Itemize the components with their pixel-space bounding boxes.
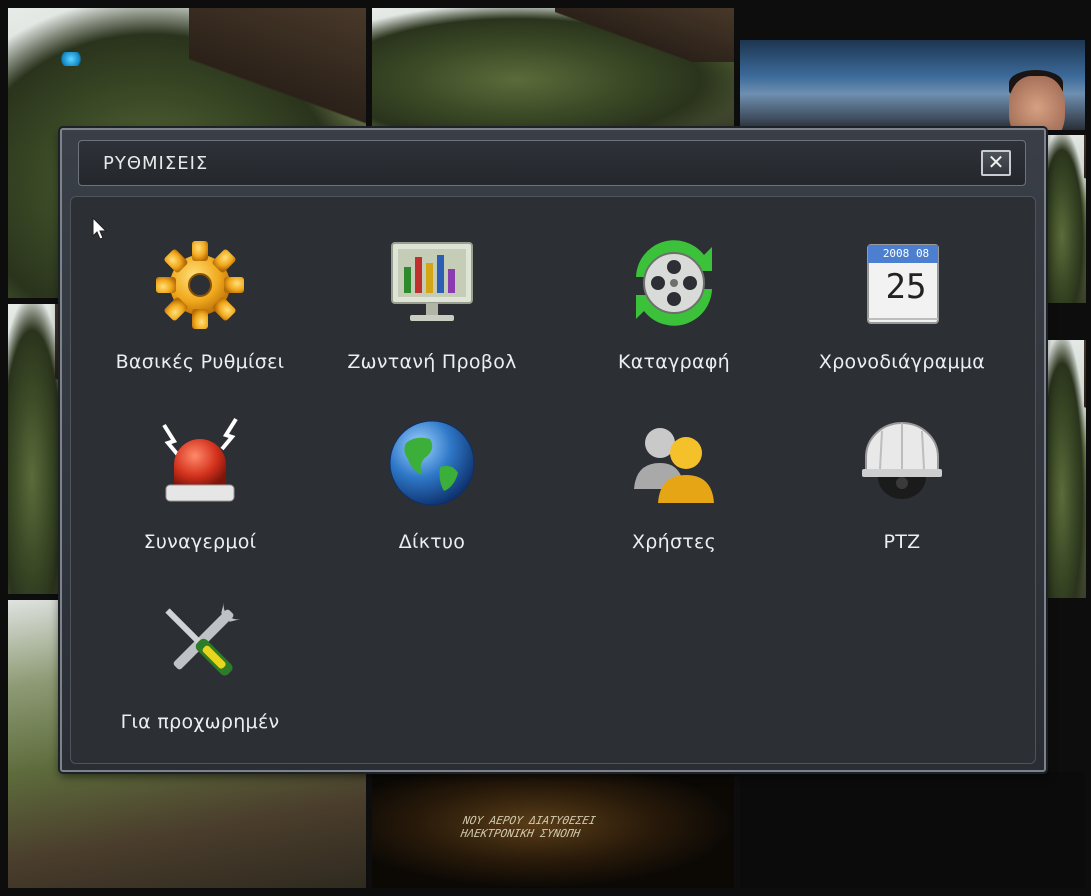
menu-item-schedule[interactable]: 2008 08 25 Χρονοδιάγραμμα bbox=[787, 233, 1017, 383]
menu-item-basic-settings[interactable]: Βασικές Ρυθμίσει bbox=[85, 233, 315, 383]
gear-icon bbox=[156, 241, 244, 329]
menu-item-label: Βασικές Ρυθμίσει bbox=[115, 351, 285, 373]
camera-view-4 bbox=[8, 304, 68, 594]
alarm-siren-icon bbox=[162, 417, 238, 502]
menu-item-alarms[interactable]: Συναγερμοί bbox=[85, 413, 315, 563]
menu-item-ptz[interactable]: PTZ bbox=[787, 413, 1017, 563]
calendar-month: 08 bbox=[915, 247, 930, 260]
dome-camera-icon bbox=[862, 422, 942, 499]
monitor-icon bbox=[391, 242, 473, 321]
sign-line-2: ΗΛΕΚΤΡΟΝΙΚΗ ΣΥΝΟΠΗ bbox=[459, 827, 582, 840]
settings-dialog: ΡΥΘΜΙΣΕΙΣ ✕ Βασικές Ρυθμίσει Ζωντανή Προ… bbox=[60, 128, 1046, 772]
menu-item-recording[interactable]: Καταγραφή bbox=[559, 233, 789, 383]
camera-view-8 bbox=[740, 772, 1085, 888]
camera-view-5 bbox=[1046, 340, 1086, 598]
sign-line-1: ΝΟΥ ΑΕΡΟΥ ΔΙΑΤΥΘΕΣΕΙ bbox=[462, 814, 597, 827]
camera-view-7: ΝΟΥ ΑΕΡΟΥ ΔΙΑΤΥΘΕΣΕΙ ΗΛΕΚΤΡΟΝΙΚΗ ΣΥΝΟΠΗ bbox=[372, 772, 734, 888]
menu-item-label: PTZ bbox=[883, 531, 921, 553]
camera-view-3 bbox=[740, 40, 1085, 130]
calendar-day: 25 bbox=[885, 267, 927, 307]
record-indicator-icon bbox=[58, 52, 84, 66]
menu-item-live-view[interactable]: Ζωντανή Προβολ bbox=[317, 233, 547, 383]
menu-item-label: Καταγραφή bbox=[617, 351, 731, 373]
menu-item-label: Χρήστες bbox=[631, 531, 717, 553]
settings-panel: Βασικές Ρυθμίσει Ζωντανή Προβολ Καταγραφ… bbox=[70, 196, 1036, 764]
camera-view-9 bbox=[1046, 135, 1086, 303]
menu-item-label: Για προχωρημέν bbox=[120, 711, 280, 733]
menu-item-advanced[interactable]: Για προχωρημέν bbox=[85, 593, 315, 743]
dialog-title: ΡΥΘΜΙΣΕΙΣ bbox=[103, 153, 209, 174]
menu-item-users[interactable]: Χρήστες bbox=[559, 413, 789, 563]
film-reel-icon bbox=[636, 240, 712, 326]
close-button[interactable]: ✕ bbox=[981, 150, 1011, 176]
camera-sign-text: ΝΟΥ ΑΕΡΟΥ ΔΙΑΤΥΘΕΣΕΙ ΗΛΕΚΤΡΟΝΙΚΗ ΣΥΝΟΠΗ bbox=[460, 814, 597, 840]
menu-item-label: Συναγερμοί bbox=[143, 531, 257, 553]
dialog-titlebar: ΡΥΘΜΙΣΕΙΣ ✕ bbox=[78, 140, 1026, 186]
menu-item-label: Χρονοδιάγραμμα bbox=[818, 351, 986, 373]
calendar-year: 2008 bbox=[882, 247, 910, 260]
tools-icon bbox=[165, 601, 242, 676]
globe-icon bbox=[389, 420, 475, 506]
calendar-header: 2008 08 bbox=[871, 247, 941, 260]
menu-item-label: Ζωντανή Προβολ bbox=[347, 351, 517, 373]
menu-item-network[interactable]: Δίκτυο bbox=[317, 413, 547, 563]
person-face bbox=[1009, 76, 1065, 130]
users-icon bbox=[634, 428, 714, 503]
camera-view-2 bbox=[372, 8, 734, 128]
menu-item-label: Δίκτυο bbox=[398, 531, 466, 553]
